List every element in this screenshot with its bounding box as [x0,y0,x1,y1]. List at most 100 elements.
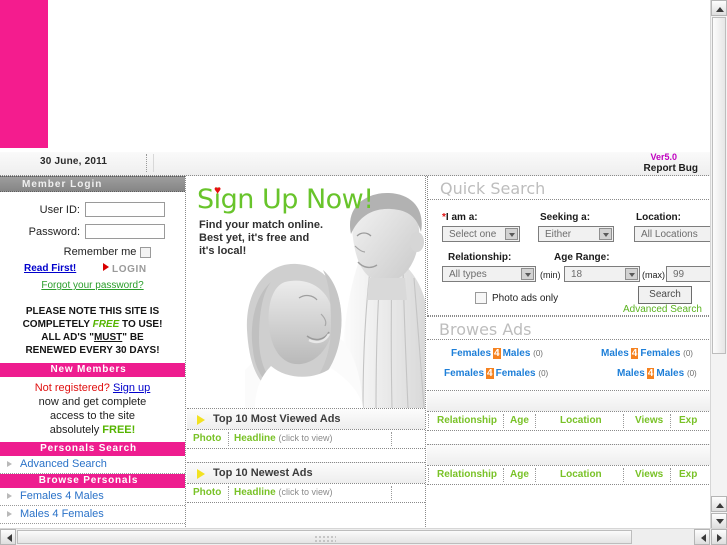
col-exp: Exp [679,469,698,480]
col-divider [623,468,624,482]
scroll-left-button-secondary[interactable] [694,529,710,545]
advanced-search-link[interactable]: Advanced Search [623,304,702,315]
relationship-label: Relationship: [448,252,512,263]
col-headline-label: Headline [234,487,276,498]
seeking-select[interactable]: Either [538,226,614,242]
signup-heading: Sign Up Now! [197,184,374,215]
age-min-prefix: (min) [540,270,561,280]
new-members-line-2: now and get complete [38,396,147,408]
col-divider [428,414,429,428]
location-label: Location: [636,212,681,223]
col-headline: Headline (click to view) [234,433,332,444]
signup-tagline: Find your match online. Best yet, it's f… [199,219,323,258]
browse-link-females-4-males[interactable]: Females 4 Males (0) [451,348,543,359]
version-label: Ver5.0 [650,152,677,162]
read-first-link[interactable]: Read First! [24,263,76,274]
col-headline-sub: (click to view) [278,487,333,497]
scroll-left-button[interactable] [0,529,16,545]
remember-me-checkbox[interactable] [140,246,152,258]
col-divider [535,468,536,482]
horizontal-scrollbar[interactable] [0,528,727,545]
browse-link-right: Females [495,368,536,379]
browse-ads-links: Females 4 Males (0) Males 4 Females (0) Fema… [427,340,711,391]
relationship-select[interactable]: All types [442,266,536,282]
browse-link-right: Females [640,348,681,359]
col-age: Age [510,415,529,426]
section-header-newest-cont [427,444,711,466]
location-select[interactable]: All Locations [634,226,711,242]
right-panel: Quick Search *I am a: Select one Seeking… [427,176,711,529]
notice-line-2-b: TO USE! [119,319,163,330]
browse-link-left: Males [601,348,629,359]
i-am-a-value: Select one [449,229,497,240]
password-row: Password: [0,224,185,239]
signup-tagline-line-1: Find your match online. [199,219,324,231]
user-id-input[interactable] [85,202,165,217]
notice-line-2-a: COMPLETELY [22,319,93,330]
notice-line-3: ALL AD'S "MUST" BE [0,331,185,344]
column-header-row-newest: Photo Headline (click to view) [187,484,425,503]
browse-link-count: (0) [538,369,549,378]
sidebar-item-females-4-males[interactable]: Females 4 Males [0,488,185,506]
col-divider [670,468,671,482]
new-members-line-1: Not registered? Sign up [0,381,185,395]
sidebar-item-advanced-search[interactable]: Advanced Search [0,456,185,474]
password-input[interactable] [85,224,165,239]
sidebar-item-males-4-females[interactable]: Males 4 Females [0,506,185,524]
age-max-select[interactable]: 99 [666,266,711,282]
section-header-newest[interactable]: Top 10 Newest Ads [187,462,425,484]
photo-ads-checkbox[interactable] [475,292,487,304]
vertical-scroll-thumb[interactable] [712,17,726,354]
scroll-down-button[interactable] [711,513,727,529]
absolutely-text: absolutely [49,424,103,436]
newest-title: Top 10 Newest Ads [213,467,313,479]
col-headline-label: Headline [234,433,276,444]
report-bug-link[interactable]: Report Bug [644,163,698,174]
browse-link-females-4-females[interactable]: Females 4 Females (0) [444,368,548,379]
photo-ads-only-row[interactable]: Photo ads only [475,292,558,304]
forgot-password-link[interactable]: Forgot your password? [0,280,185,291]
scroll-up-button-secondary[interactable] [711,496,727,512]
advanced-search-label: Advanced Search [20,458,107,470]
age-min-select[interactable]: 18 [564,266,640,282]
notice-free-word: FREE [92,319,120,330]
login-button-label: LOGIN [112,264,147,275]
notice-must-word: MUST [93,332,123,343]
col-divider [535,414,536,428]
four-badge: 4 [646,368,655,379]
most-viewed-title: Top 10 Most Viewed Ads [213,413,341,425]
chevron-down-icon [625,268,638,280]
page-banner-area [0,0,711,152]
i-am-a-select[interactable]: Select one [442,226,520,242]
col-divider [428,468,429,482]
browse-link-left: Males [617,368,645,379]
browse-link-males-4-males[interactable]: Males 4 Males (0) [617,368,697,379]
login-button[interactable]: LOGIN [103,263,147,275]
vertical-scrollbar[interactable] [710,0,727,529]
browse-ads-title: Browes Ads [427,316,711,340]
user-id-row: User ID: [0,202,185,217]
section-header-most-viewed[interactable]: Top 10 Most Viewed Ads [187,409,425,430]
browse-link-males-4-females[interactable]: Males 4 Females (0) [601,348,693,359]
password-label: Password: [28,225,80,238]
chevron-down-icon [599,228,612,240]
browse-link-count: (0) [683,349,693,358]
quick-search-title: Quick Search [428,176,711,200]
search-button[interactable]: Search [638,286,692,304]
main-content: Member Login User ID: Password: Remember… [0,176,711,529]
signup-promo: Sign Up Now! ♥ Find your match online. B… [187,176,425,409]
i-am-a-label: *I am a: [442,212,478,223]
scroll-up-button[interactable] [711,0,727,16]
col-divider [391,486,392,500]
horizontal-scroll-thumb[interactable] [17,530,632,544]
age-max-prefix: (max) [642,270,665,280]
scroll-right-button[interactable] [711,529,727,545]
age-max-value: 99 [673,269,685,280]
browse-item-label: Females 4 Males [20,490,104,502]
column-header-row-newest-cont: Sex Relationship Age Location Views Exp [427,466,711,485]
sign-up-link[interactable]: Sign up [113,382,150,394]
bullet-triangle-icon [7,511,12,517]
chevron-down-icon [505,228,518,240]
col-divider [391,432,392,446]
col-divider [623,414,624,428]
